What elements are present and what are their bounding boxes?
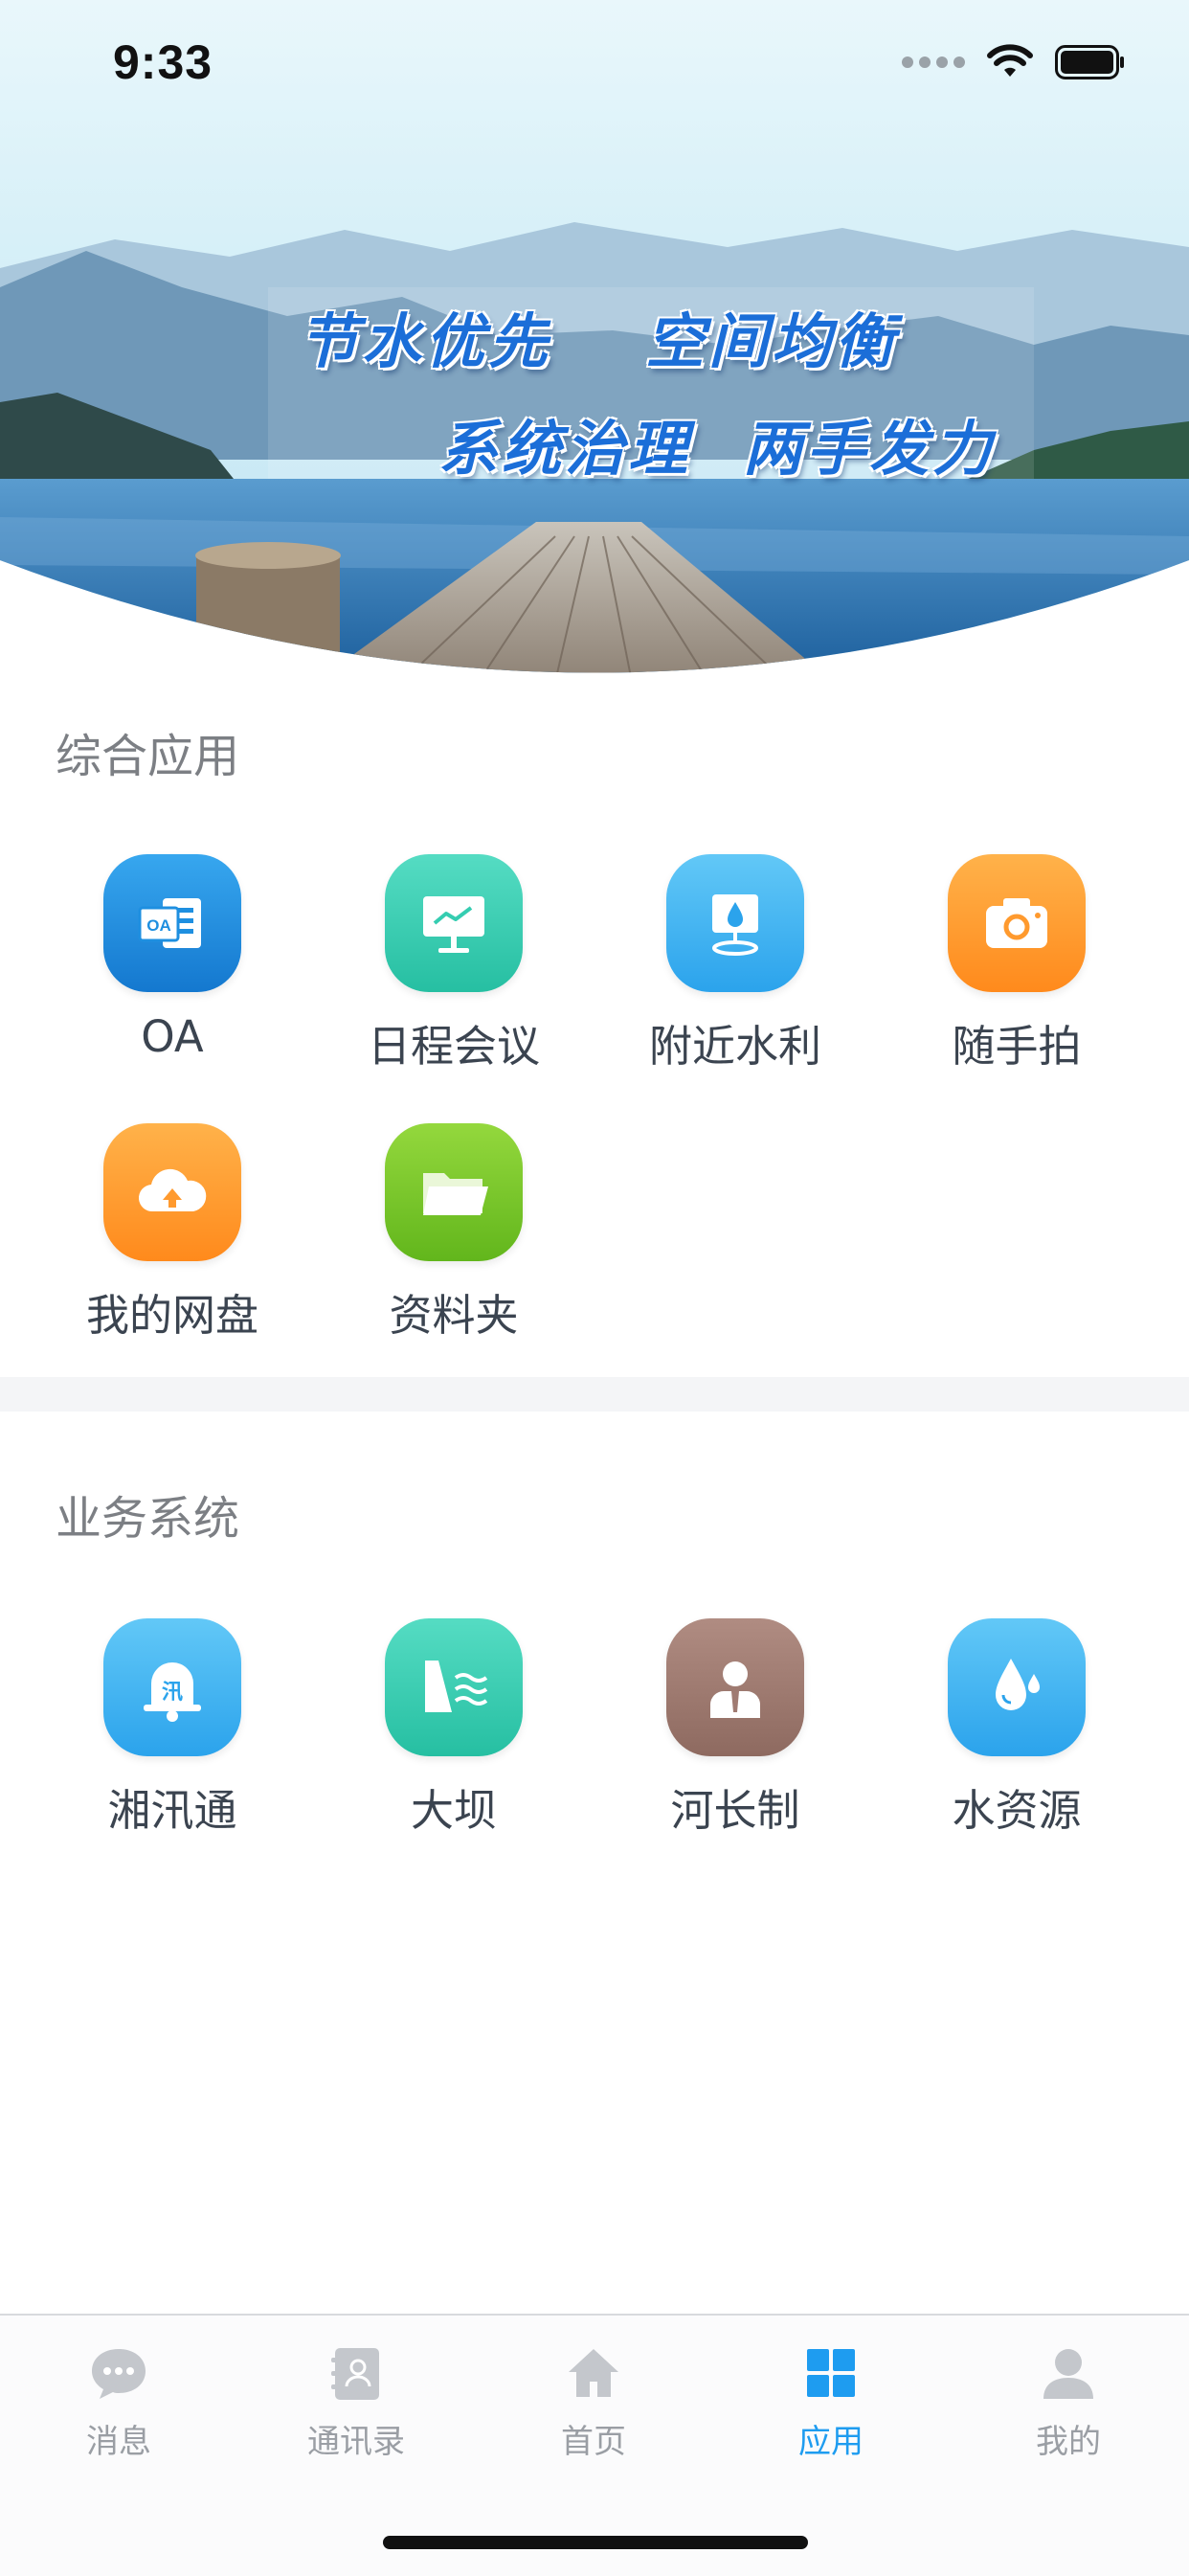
app-nearby-water[interactable]: 附近水利: [594, 854, 876, 1073]
slogan-text: 系统治理: [438, 414, 692, 484]
dam-icon: [385, 1618, 523, 1756]
oa-icon: OA: [103, 854, 241, 992]
home-icon: [475, 2342, 712, 2404]
location-water-icon: [666, 854, 804, 992]
app-river-chief[interactable]: 河长制: [594, 1618, 876, 1838]
tab-home[interactable]: 首页: [475, 2342, 712, 2462]
app-label: 湘汛通: [107, 1785, 237, 1836]
cloud-upload-icon: [103, 1123, 241, 1261]
app-label: 我的网盘: [85, 1290, 258, 1341]
tab-label: 首页: [561, 2423, 626, 2461]
app-snapshot[interactable]: 随手拍: [876, 854, 1157, 1073]
app-label: 随手拍: [952, 1021, 1082, 1072]
flood-bell-icon: 汛: [103, 1618, 241, 1756]
tab-contacts[interactable]: 通讯录: [237, 2342, 475, 2462]
status-bar: 9:33: [0, 0, 1189, 126]
folder-icon: [385, 1123, 523, 1261]
app-label: 大坝: [410, 1785, 497, 1836]
app-label: 日程会议: [367, 1021, 540, 1072]
slogan-text: 节水优先: [299, 306, 552, 376]
status-time: 9:33: [113, 35, 213, 89]
section-title-general: 综合应用: [56, 730, 240, 783]
cellular-signal-icon: [902, 56, 965, 68]
app-meeting[interactable]: 日程会议: [313, 854, 594, 1073]
tab-mine[interactable]: 我的: [950, 2342, 1187, 2462]
river-chief-icon: [666, 1618, 804, 1756]
tab-label: 我的: [1036, 2423, 1101, 2461]
app-dam[interactable]: 大坝: [313, 1618, 594, 1838]
home-indicator[interactable]: [383, 2536, 808, 2549]
section-title-business: 业务系统: [56, 1492, 240, 1546]
tab-label: 通讯录: [307, 2423, 405, 2461]
app-label: 附近水利: [648, 1021, 821, 1072]
app-label: 水资源: [952, 1785, 1082, 1836]
battery-icon: [1055, 45, 1124, 79]
contacts-book-icon: [237, 2342, 475, 2404]
section-divider: [0, 1377, 1189, 1412]
apps-grid-icon: [712, 2342, 950, 2404]
camera-icon: [948, 854, 1086, 992]
status-icons: [902, 44, 1126, 80]
app-folder[interactable]: 资料夹: [313, 1123, 594, 1343]
svg-text:OA: OA: [146, 916, 171, 935]
tab-messages[interactable]: 消息: [0, 2342, 237, 2462]
tab-label: 应用: [798, 2423, 864, 2461]
app-label: 河长制: [670, 1785, 800, 1836]
app-label: OA: [141, 1011, 204, 1062]
tab-apps[interactable]: 应用: [712, 2342, 950, 2462]
app-flood-alert[interactable]: 汛 湘汛通: [32, 1618, 313, 1838]
meeting-board-icon: [385, 854, 523, 992]
chat-bubble-icon: [0, 2342, 237, 2404]
tab-label: 消息: [86, 2423, 151, 2461]
svg-text:汛: 汛: [162, 1681, 183, 1705]
app-label: 资料夹: [389, 1290, 519, 1341]
person-icon: [950, 2342, 1187, 2404]
slogan-text: 空间均衡: [645, 306, 899, 376]
app-oa[interactable]: OA OA: [32, 854, 313, 1062]
slogan-text: 两手发力: [743, 414, 997, 484]
app-water-resource[interactable]: 水资源: [876, 1618, 1157, 1838]
wifi-icon: [987, 44, 1033, 77]
water-drop-icon: [948, 1618, 1086, 1756]
app-netdisk[interactable]: 我的网盘: [32, 1123, 313, 1343]
